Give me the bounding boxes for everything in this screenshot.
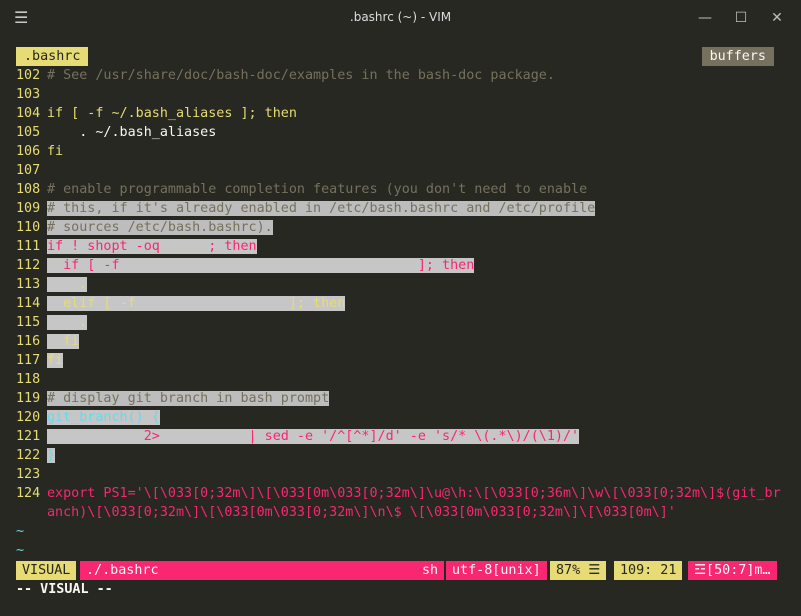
line-number: 118 — [16, 372, 41, 387]
line-number: 116 — [16, 334, 41, 349]
code-line: 109 # this, if it's already enabled in /e… — [16, 199, 777, 218]
line-text: . — [47, 277, 88, 292]
tab-bashrc[interactable]: .bashrc — [16, 47, 89, 66]
line-text: # display git branch in bash prompt — [47, 391, 330, 406]
code-line: 117 fi — [16, 351, 777, 370]
line-text: export PS1='\[\033[0;32m\]\[\033[0m\033[… — [47, 486, 781, 501]
line-text: fi — [47, 334, 80, 349]
line-number: 113 — [16, 277, 41, 292]
line-number: 102 — [16, 68, 41, 83]
command-line[interactable]: -- VISUAL -- — [16, 580, 113, 599]
status-encoding: utf-8[unix] — [446, 561, 547, 580]
mode-indicator: VISUAL — [16, 561, 77, 580]
code-line: 107 — [16, 161, 777, 180]
line-number: 119 — [16, 391, 41, 406]
code-line: 114 elif [ -f ]; then — [16, 294, 777, 313]
code-line: 122} — [16, 446, 777, 465]
line-number: 107 — [16, 163, 41, 178]
line-number: 103 — [16, 87, 41, 102]
buffers-label[interactable]: buffers — [701, 47, 774, 66]
empty-line-tilde: ~ — [16, 543, 25, 558]
line-number: 108 — [16, 182, 41, 197]
line-number: 110 — [16, 220, 41, 235]
status-percent: 87% ☰ — [550, 561, 607, 580]
code-line: 106 fi — [16, 142, 777, 161]
line-text: } — [47, 448, 56, 463]
line-text: # enable programmable completion feature… — [47, 182, 588, 197]
code-line: 113 . — [16, 275, 777, 294]
line-number: 105 — [16, 125, 41, 140]
line-text: git_branch() { — [47, 410, 160, 425]
status-warning: ☲[50:7]m… — [688, 561, 777, 580]
line-text: fi — [47, 144, 64, 159]
line-number: 121 — [16, 429, 41, 444]
line-text: elif [ -f ]; then — [47, 296, 346, 311]
code-line: 120 git_branch() { — [16, 408, 777, 427]
tab-line: .bashrc buffers — [0, 47, 801, 66]
line-number: 104 — [16, 106, 41, 121]
code-line: 112 if [ -f ]; then — [16, 256, 777, 275]
editor-buffer[interactable]: 102 # See /usr/share/doc/bash-doc/example… — [16, 66, 781, 560]
line-text: # sources /etc/bash.bashrc). — [47, 220, 273, 235]
code-line: 111 if ! shopt -oq ; then — [16, 237, 777, 256]
line-number: 114 — [16, 296, 41, 311]
code-line: 116 fi — [16, 332, 777, 351]
empty-line-tilde: ~ — [16, 524, 25, 539]
window-title: .bashrc (~) - VIM — [349, 10, 452, 24]
code-line: anch)\[\033[0;32m\]\[\033[0m\033[0;32m\]… — [16, 503, 777, 522]
code-line: 115 . — [16, 313, 777, 332]
code-line: 123 — [16, 465, 777, 484]
code-line: 119 # display git branch in bash prompt — [16, 389, 777, 408]
code-line: 104 if [ -f ~/.bash_aliases ]; then — [16, 104, 777, 123]
line-number: 109 — [16, 201, 41, 216]
status-filename: ./.bashrc — [80, 561, 420, 580]
code-line: 110 # sources /etc/bash.bashrc). — [16, 218, 777, 237]
status-line: VISUAL ./.bashrc sh utf-8[unix] 87% ☰ 10… — [16, 561, 777, 580]
line-text: # See /usr/share/doc/bash-doc/examples i… — [47, 68, 555, 83]
line-text: # this, if it's already enabled in /etc/… — [47, 201, 596, 216]
code-line: 102 # See /usr/share/doc/bash-doc/example… — [16, 66, 777, 85]
line-number: 123 — [16, 467, 41, 482]
code-line: 108 # enable programmable completion feat… — [16, 180, 777, 199]
line-text: if [ -f ~/.bash_aliases ]; then — [47, 106, 297, 121]
line-number: 117 — [16, 353, 41, 368]
line-text: if [ -f ]; then — [47, 258, 475, 273]
line-number: 112 — [16, 258, 41, 273]
code-line: 105 . ~/.bash_aliases — [16, 123, 777, 142]
title-bar: ☰ .bashrc (~) - VIM — ☐ ✕ — [0, 0, 801, 36]
status-filetype: sh — [416, 561, 445, 580]
close-icon[interactable]: ✕ — [762, 6, 792, 30]
minimize-icon[interactable]: — — [690, 6, 720, 30]
line-number: 111 — [16, 239, 41, 254]
line-number: 120 — [16, 410, 41, 425]
line-number: 122 — [16, 448, 41, 463]
line-text: . — [47, 315, 88, 330]
code-line: 124 export PS1='\[\033[0;32m\]\[\033[0m\0… — [16, 484, 781, 503]
line-text: fi — [47, 353, 64, 368]
line-number: 124 — [16, 486, 41, 501]
line-number: 106 — [16, 144, 41, 159]
maximize-icon[interactable]: ☐ — [726, 6, 756, 30]
line-number: 115 — [16, 315, 41, 330]
line-text: anch)\[\033[0;32m\]\[\033[0m\033[0;32m\]… — [47, 505, 676, 520]
status-position: 109: 21 — [614, 561, 683, 580]
code-line: 118 — [16, 370, 777, 389]
line-text: . ~/.bash_aliases — [47, 125, 217, 140]
code-line: 103 — [16, 85, 777, 104]
line-text: if ! shopt -oq ; then — [47, 239, 257, 254]
line-text: 2> | sed -e '/^[^*]/d' -e 's/* \(.*\)/(\… — [47, 429, 580, 444]
code-line: 121 2> | sed -e '/^[^*]/d' -e 's/* \(.*\… — [16, 427, 777, 446]
